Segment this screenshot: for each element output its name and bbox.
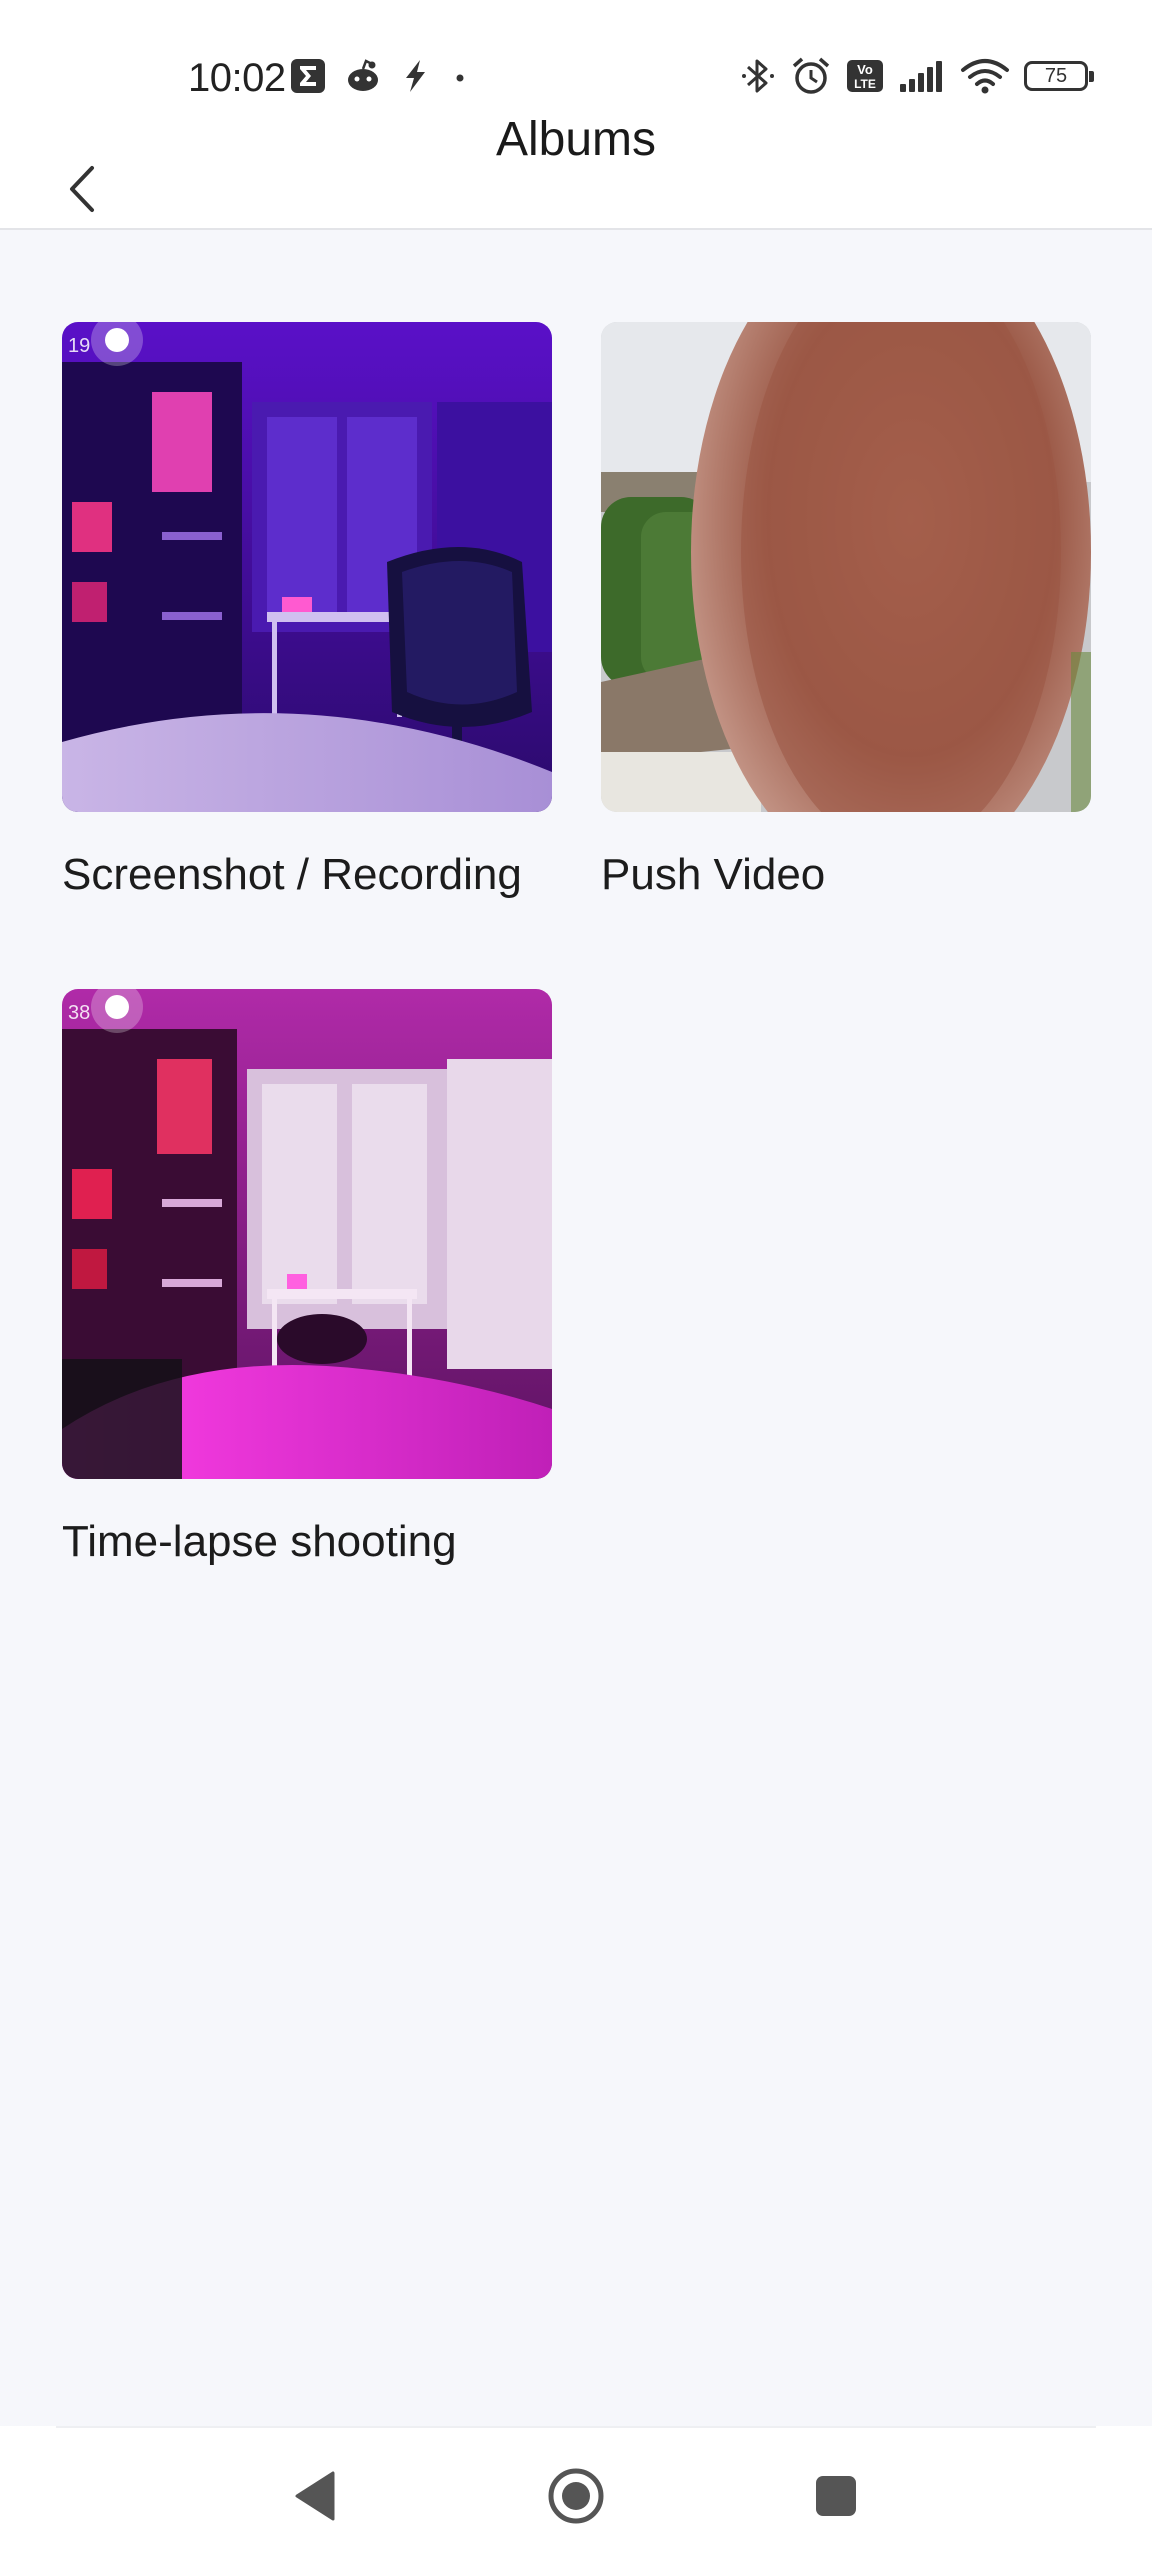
album-thumbnail — [601, 322, 1091, 812]
battery-level: 75 — [1044, 64, 1068, 87]
home-circle-icon — [548, 2468, 604, 2524]
status-time: 10:02 — [188, 56, 286, 100]
album-thumbnail: 19 — [62, 322, 552, 812]
volte-bottom-text: LTE — [854, 77, 876, 91]
nav-back-button[interactable] — [276, 2456, 356, 2536]
back-triangle-icon — [295, 2471, 335, 2521]
album-screenshot-recording[interactable]: 19 Screenshot / Recording — [62, 322, 552, 900]
room-magenta-thumbnail: 38 — [62, 989, 552, 1479]
bluetooth-icon — [742, 59, 774, 93]
album-label: Push Video — [601, 850, 826, 899]
album-thumbnail: 38 — [62, 989, 552, 1479]
status-left-icons — [290, 58, 472, 94]
outdoor-finger-thumbnail — [601, 322, 1091, 812]
dot-icon — [456, 74, 464, 82]
nav-home-button[interactable] — [536, 2456, 616, 2536]
flash-icon — [406, 60, 425, 92]
app-header: Albums — [0, 116, 1152, 230]
volte-top-text: Vo — [857, 62, 873, 77]
volte-icon: Vo LTE — [847, 60, 883, 92]
battery-icon: 75 — [1024, 61, 1094, 91]
page-title: Albums — [495, 113, 657, 166]
thumbnail-overlay-text: 38 — [68, 1002, 90, 1024]
reddit-icon — [348, 59, 378, 91]
wifi-icon — [961, 59, 1009, 94]
status-right-icons: Vo LTE 75 — [740, 56, 1094, 96]
alarm-icon — [792, 57, 830, 94]
thumbnail-overlay-text: 19 — [68, 335, 90, 357]
signal-icon — [900, 61, 942, 92]
sigma-app-icon — [291, 59, 325, 93]
room-purple-thumbnail: 19 — [62, 322, 552, 812]
album-time-lapse-shooting[interactable]: 38 Time-lapse shooting — [62, 989, 552, 1567]
nav-divider — [56, 2426, 1096, 2428]
recents-square-icon — [816, 2476, 856, 2516]
album-label: Screenshot / Recording — [62, 850, 522, 899]
system-nav-bar — [0, 2426, 1152, 2560]
nav-recents-button[interactable] — [796, 2456, 876, 2536]
album-push-video[interactable]: Push Video — [601, 322, 1091, 900]
album-label: Time-lapse shooting — [62, 1517, 457, 1566]
